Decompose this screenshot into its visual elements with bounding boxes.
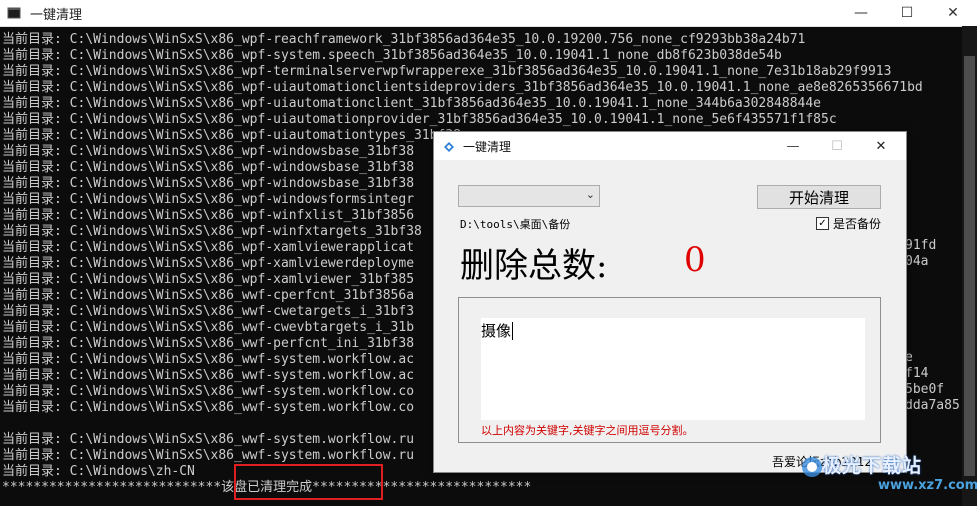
keywords-group: 摄像 以上内容为关键字,关键字之间用逗号分割。	[458, 297, 881, 443]
backup-checkbox[interactable]: ✓	[816, 217, 829, 230]
console-titlebar[interactable]: 一键清理 — ☐ ✕	[0, 0, 977, 27]
console-fragment: 04a	[905, 254, 929, 269]
backup-label: 是否备份	[833, 217, 882, 231]
close-button[interactable]: ✕	[930, 0, 976, 26]
maximize-button[interactable]: ☐	[884, 0, 930, 26]
console-title: 一键清理	[30, 8, 83, 23]
console-line: 当前目录: C:\Windows\WinSxS\x86_wpf-reachfra…	[2, 32, 806, 47]
total-deleted-value: 0	[684, 240, 706, 280]
minimize-button[interactable]: —	[838, 0, 884, 26]
backup-path: D:\tools\桌面\备份	[460, 218, 571, 231]
console-fragment: dda7a85	[905, 398, 960, 413]
completion-line: ****************************该盘已清理完成*****…	[2, 480, 532, 495]
console-fragment: 5be0f	[905, 382, 945, 397]
dialog-maximize-button[interactable]: ☐	[816, 132, 858, 160]
watermark-url: www.xz7.com	[878, 478, 977, 493]
keywords-input[interactable]: 摄像	[481, 318, 865, 420]
console-line: 当前目录: C:\Windows\WinSxS\x86_wpf-uiautoma…	[2, 112, 837, 127]
scroll-thumb[interactable]	[964, 56, 975, 476]
dialog-close-button[interactable]: ✕	[860, 132, 902, 160]
keywords-value: 摄像	[481, 322, 512, 340]
watermark-logo-icon	[802, 457, 822, 477]
console-line: 当前目录: C:\Windows\WinSxS\x86_wpf-uiautoma…	[2, 96, 822, 111]
cleanup-dialog: 一键清理 — ☐ ✕ ⌄ 开始清理 D:\tools\桌面\备份 ✓ 是否备份 …	[433, 131, 907, 473]
watermark-text: 极光下载站	[822, 455, 923, 477]
app-logo-icon	[444, 142, 454, 152]
start-cleanup-button[interactable]: 开始清理	[757, 185, 881, 209]
console-fragment: 91fd	[905, 238, 937, 253]
console-scrollbar[interactable]	[962, 26, 977, 506]
backup-option[interactable]: ✓ 是否备份	[816, 215, 881, 232]
console-line: 当前目录: C:\Windows\WinSxS\x86_wpf-terminal…	[2, 64, 892, 79]
app-icon	[7, 7, 21, 19]
dialog-titlebar[interactable]: 一键清理 — ☐ ✕	[434, 132, 906, 160]
drive-select[interactable]: ⌄	[458, 185, 600, 207]
keywords-hint: 以上内容为关键字,关键字之间用逗号分割。	[481, 424, 694, 437]
highlight-box	[234, 464, 383, 500]
watermark: 极光下载站 www.xz7.com	[800, 451, 977, 501]
console-line: 当前目录: C:\Windows\WinSxS\x86_wpf-uiautoma…	[2, 80, 923, 95]
console-fragment: f14	[905, 366, 929, 381]
dialog-minimize-button[interactable]: —	[772, 132, 814, 160]
total-deleted-label: 删除总数:	[460, 246, 608, 286]
chevron-down-icon[interactable]: ⌄	[586, 188, 595, 201]
dialog-title: 一键清理	[463, 140, 512, 154]
